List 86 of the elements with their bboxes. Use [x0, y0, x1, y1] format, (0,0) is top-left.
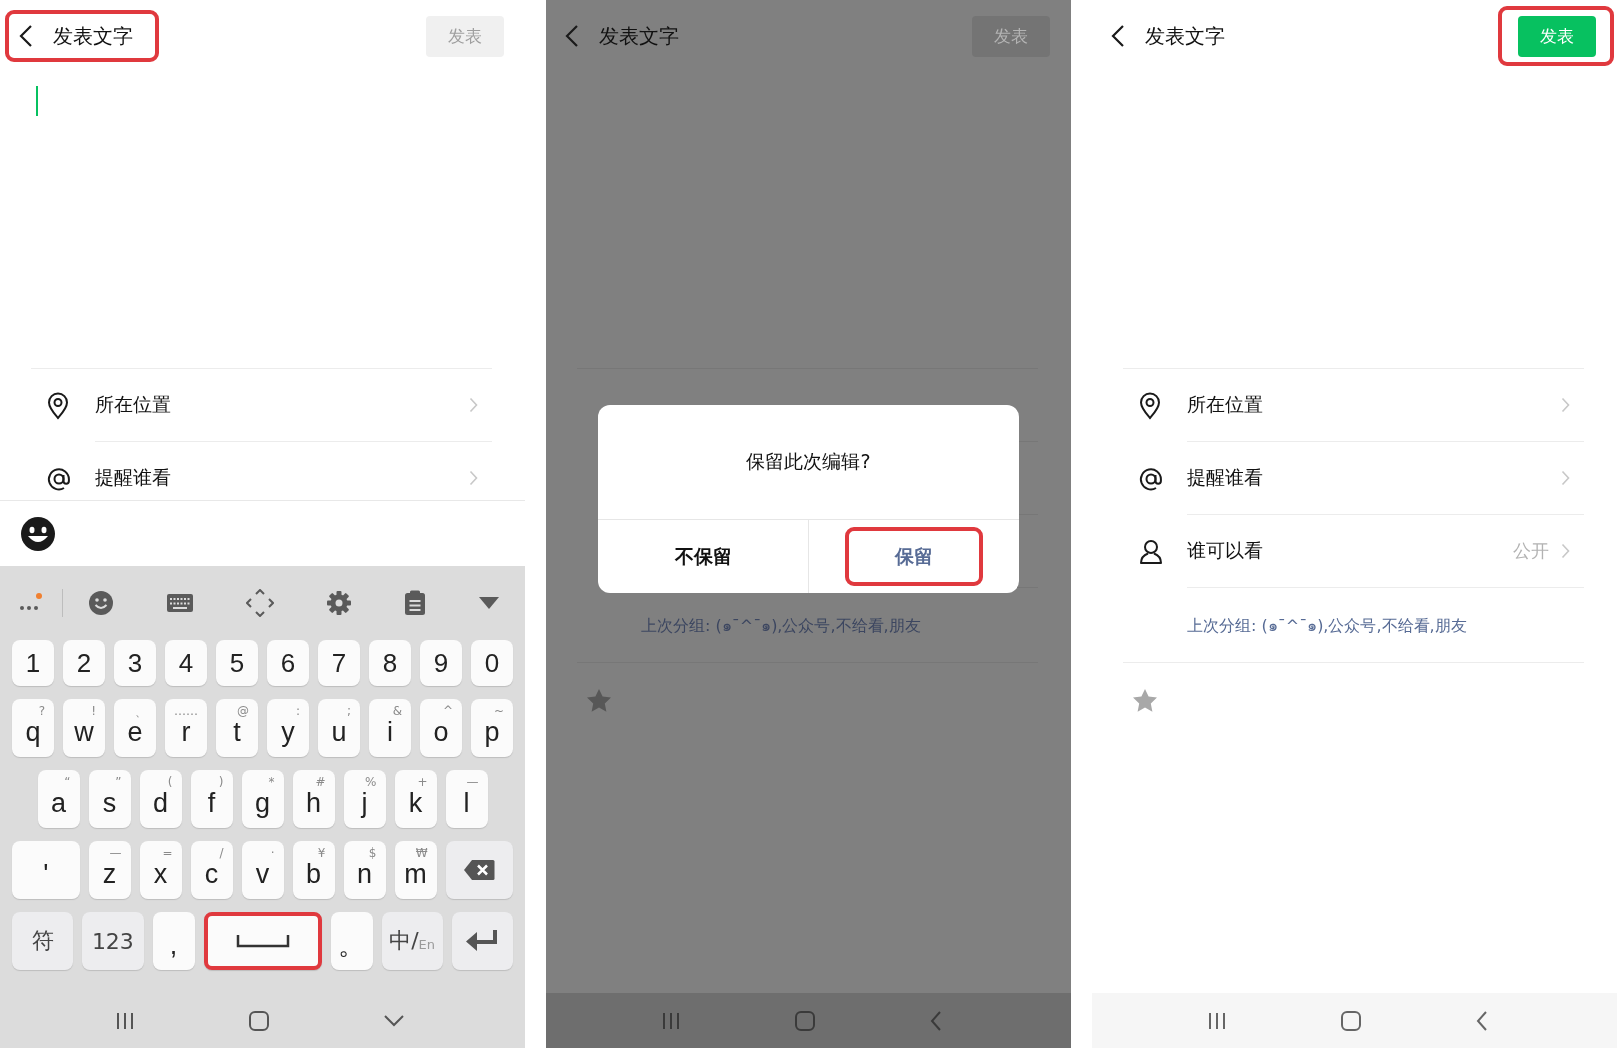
keyboard-key[interactable]: b ¥	[292, 841, 335, 899]
keyboard-key[interactable]: u ;	[318, 699, 360, 757]
keyboard-key[interactable]: j %	[343, 770, 386, 828]
recent-apps-icon[interactable]	[1207, 1010, 1227, 1031]
keyboard-key[interactable]: k +	[394, 770, 437, 828]
keyboard-key[interactable]: w !	[63, 699, 105, 757]
chevron-right-icon	[1561, 470, 1570, 486]
backspace-icon	[463, 859, 496, 881]
keyboard-key[interactable]: n $	[343, 841, 386, 899]
home-icon[interactable]	[248, 1009, 270, 1032]
option-label[interactable]: 提醒谁看	[1187, 465, 1561, 491]
option-label[interactable]: 提醒谁看	[95, 465, 469, 491]
space-key[interactable]	[203, 912, 322, 970]
keyboard-key[interactable]: 123	[82, 912, 144, 970]
chevron-right-icon	[1561, 397, 1570, 413]
page-title: 发表文字	[1145, 22, 1225, 50]
option-label[interactable]: 所在位置	[95, 392, 469, 418]
keyboard-key[interactable]: c /	[190, 841, 233, 899]
keyboard-icon[interactable]	[166, 593, 194, 613]
keyboard-key[interactable]: 3	[114, 640, 156, 686]
page-title: 发表文字	[599, 22, 679, 50]
keyboard-key[interactable]: 2	[63, 640, 105, 686]
backspace-key[interactable]	[445, 841, 513, 899]
keyboard-key[interactable]: q ?	[12, 699, 54, 757]
move-arrows-icon[interactable]	[246, 589, 274, 617]
option-value: 公开	[1513, 539, 1549, 563]
keyboard-key[interactable]: m ₩	[394, 841, 437, 899]
chevron-right-icon	[469, 470, 478, 486]
keyboard-key[interactable]: f )	[190, 770, 233, 828]
star-icon	[586, 688, 612, 713]
keyboard-key[interactable]: 0	[471, 640, 513, 686]
keyboard-key[interactable]: a “	[37, 770, 80, 828]
keyboard-key[interactable]: r ……	[165, 699, 207, 757]
keyboard-key[interactable]: 4	[165, 640, 207, 686]
group-note: 上次分组: (๑¯^¯๑),公众号,不给看,朋友	[641, 614, 921, 637]
keyboard-key[interactable]: 8	[369, 640, 411, 686]
home-icon[interactable]	[1340, 1009, 1362, 1032]
keyboard-key[interactable]: v ·	[241, 841, 284, 899]
keyboard-key[interactable]: '	[12, 841, 80, 899]
dialog-button[interactable]: 保留	[845, 527, 983, 586]
keyboard-key[interactable]: l —	[445, 770, 488, 828]
keyboard-key[interactable]: h #	[292, 770, 335, 828]
chevron-right-icon	[1561, 543, 1570, 559]
back-icon[interactable]	[19, 24, 33, 48]
keyboard-key[interactable]: 中/En	[381, 912, 443, 970]
dialog-message: 保留此次编辑?	[746, 449, 871, 474]
at-sign-icon	[46, 465, 72, 492]
dialog-button[interactable]: 不保留	[634, 527, 772, 586]
keyboard-key[interactable]: e 、	[114, 699, 156, 757]
space-icon	[235, 934, 290, 948]
keyboard-key[interactable]: o ^	[420, 699, 462, 757]
keyboard-key[interactable]: 1	[12, 640, 54, 686]
person-icon	[1138, 538, 1164, 565]
group-note: 上次分组: (๑¯^¯๑),公众号,不给看,朋友	[1187, 614, 1467, 637]
keyboard-key[interactable]: d (	[139, 770, 182, 828]
star-icon	[1132, 688, 1158, 713]
keyboard-key[interactable]: 6	[267, 640, 309, 686]
chevron-down-icon[interactable]	[383, 1013, 405, 1028]
smiley-icon[interactable]	[20, 515, 56, 552]
keyboard-key[interactable]: 7	[318, 640, 360, 686]
keyboard-key[interactable]: 9	[420, 640, 462, 686]
location-pin-icon	[46, 391, 70, 420]
keyboard-key[interactable]: y :	[267, 699, 309, 757]
chevron-right-icon	[469, 397, 478, 413]
keyboard-key[interactable]: ,	[152, 912, 195, 970]
location-pin-icon	[1138, 391, 1162, 420]
option-label[interactable]: 谁可以看	[1187, 538, 1513, 564]
keyboard-key[interactable]: 5	[216, 640, 258, 686]
keyboard-key[interactable]: p ~	[471, 699, 513, 757]
enter-key[interactable]	[451, 912, 513, 970]
collapse-triangle-icon[interactable]	[478, 596, 500, 610]
clipboard-icon[interactable]	[404, 590, 426, 616]
enter-icon	[465, 929, 500, 953]
back-icon[interactable]	[1111, 24, 1125, 48]
keyboard-key[interactable]: 。	[330, 912, 373, 970]
keyboard-key[interactable]: x =	[139, 841, 182, 899]
keyboard-key[interactable]: 符	[12, 912, 74, 970]
option-label[interactable]: 所在位置	[1187, 392, 1561, 418]
keyboard-key[interactable]: t @	[216, 699, 258, 757]
page-title: 发表文字	[53, 22, 133, 50]
recent-apps-icon[interactable]	[115, 1010, 135, 1031]
keyboard-key[interactable]: i &	[369, 699, 411, 757]
keyboard-key[interactable]: s ”	[88, 770, 131, 828]
keyboard-key[interactable]: z —	[88, 841, 131, 899]
at-sign-icon	[1138, 465, 1164, 492]
keyboard-key[interactable]: g *	[241, 770, 284, 828]
